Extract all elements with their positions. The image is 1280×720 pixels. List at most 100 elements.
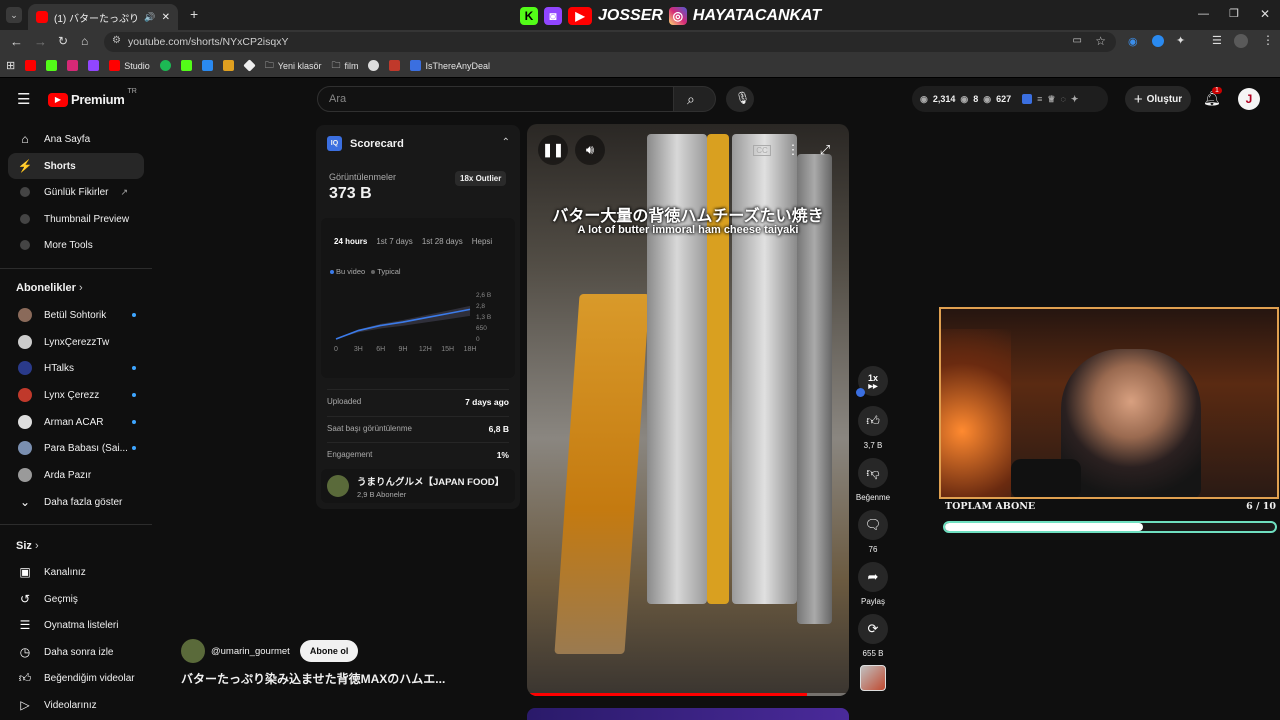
sidebar-item-your-videos[interactable]: ▷ Videolarınız	[8, 692, 144, 718]
you-header[interactable]: Siz ›	[16, 540, 39, 552]
extensions-puzzle-icon[interactable]: ✦	[1176, 34, 1185, 47]
dislike-button[interactable]: 👎︎	[858, 458, 888, 488]
tab-active[interactable]: (1) バターたっぷり染み込ませた背 🔊 ✕	[28, 4, 178, 30]
bookmark-studio[interactable]: Studio	[109, 60, 150, 71]
forward-icon[interactable]: →	[34, 34, 47, 49]
captions-button[interactable]: CC	[747, 135, 777, 165]
subscribe-button[interactable]: Abone ol	[299, 640, 359, 662]
tab-24-hours[interactable]: 24 hours	[334, 237, 367, 246]
comments-button[interactable]: 🗨︎	[858, 510, 888, 540]
collapse-chevron-icon[interactable]: ⌃	[502, 137, 510, 148]
back-icon[interactable]: ←	[10, 34, 23, 49]
subscription-item[interactable]: Betül Sohtorik	[8, 302, 144, 328]
list-icon[interactable]: ≡	[1037, 94, 1042, 104]
video-channel-avatar[interactable]	[181, 639, 205, 663]
subscription-item[interactable]: HTalks	[8, 355, 144, 381]
tab-all[interactable]: Hepsi	[472, 237, 492, 246]
tab-1st-7-days[interactable]: 1st 7 days	[376, 237, 412, 246]
bookmark-kick[interactable]	[46, 60, 58, 71]
search-button[interactable]: ⌕	[674, 86, 716, 112]
remix-action[interactable]: ⟳ 655 B	[858, 614, 888, 658]
bookmark-star-icon[interactable]: ☆	[1095, 34, 1106, 48]
bookmark-folder-1[interactable]: 🗀 Yeni klasör	[265, 58, 322, 74]
sidebar-item-gunluk-fikirler[interactable]: Günlük Fikirler ↗	[8, 179, 144, 205]
extension-1-icon[interactable]: ◉	[1128, 35, 1138, 48]
comments-action[interactable]: 🗨︎ 76	[858, 510, 888, 554]
like-button[interactable]: 👍︎	[858, 406, 888, 436]
site-info-icon[interactable]: ⚙	[112, 35, 121, 46]
bookmark-kick-2[interactable]	[180, 60, 192, 71]
bookmark-twitch[interactable]	[88, 60, 100, 71]
sidebar-item-watch-later[interactable]: ◷ Daha sonra izle	[8, 639, 144, 665]
subscription-item[interactable]: Arda Pazır	[8, 462, 144, 488]
progress-bar[interactable]	[527, 693, 849, 696]
scorecard-header[interactable]: IQ Scorecard	[327, 136, 404, 151]
bookmark-app-4[interactable]	[368, 60, 380, 71]
voice-search-button[interactable]: 🎙	[726, 86, 754, 112]
extension-2-icon[interactable]	[1152, 35, 1164, 47]
more-options-button[interactable]: ⋮	[778, 135, 808, 165]
extension-stats-bar[interactable]: ◉ 2,314 ◉ 8 ◉ 627 ≡ ♕ ◌ ✦	[912, 86, 1108, 112]
browser-menu-icon[interactable]: ⋮	[1262, 33, 1274, 47]
iq-mini-icon[interactable]	[856, 388, 865, 397]
subscriptions-header[interactable]: Abonelikler ›	[16, 282, 83, 294]
reload-icon[interactable]: ↻	[58, 34, 68, 48]
trophy-icon[interactable]: ♕	[1047, 94, 1055, 105]
tab-close-icon[interactable]: ✕	[162, 12, 170, 23]
subscription-item[interactable]: Para Babası (Sai...	[8, 435, 144, 461]
pause-button[interactable]: ❚❚	[538, 135, 568, 165]
remix-button[interactable]: ⟳	[858, 614, 888, 644]
video-channel-handle[interactable]: @umarin_gourmet	[211, 646, 290, 657]
apps-grid-icon[interactable]: ⊞	[6, 59, 15, 72]
dislike-action[interactable]: 👎︎ Beğenme	[856, 458, 890, 502]
sound-thumbnail[interactable]	[860, 665, 886, 691]
search-input[interactable]: Ara	[317, 86, 674, 112]
menu-hamburger-icon[interactable]: ☰	[17, 90, 30, 108]
bookmark-spotify[interactable]	[159, 60, 171, 71]
video-title[interactable]: バターたっぷり染み込ませた背徳MAXのハムエ...	[181, 670, 445, 687]
sidebar-item-more-tools[interactable]: More Tools	[8, 232, 144, 258]
fullscreen-button[interactable]: ⤢	[810, 135, 840, 165]
iq-icon[interactable]	[1022, 94, 1033, 104]
bookmark-app-5[interactable]	[389, 60, 401, 71]
like-action[interactable]: 👍︎ 3,7 B	[858, 406, 888, 450]
bookmark-app-1[interactable]	[201, 60, 213, 71]
home-browser-icon[interactable]: ⌂	[81, 34, 88, 48]
show-more-button[interactable]: ⌄ Daha fazla göster	[8, 489, 144, 515]
sidebar-item-home[interactable]: ⌂ Ana Sayfa	[8, 126, 144, 152]
tab-1st-28-days[interactable]: 1st 28 days	[422, 237, 463, 246]
bookmark-folder-2[interactable]: 🗀 film	[331, 58, 358, 74]
sidebar-item-liked-videos[interactable]: 👍︎ Beğendiğim videolar	[8, 665, 144, 691]
avatar[interactable]: J	[1238, 88, 1260, 110]
profile-icon[interactable]	[1234, 34, 1248, 48]
sidebar-item-thumbnail-preview[interactable]: Thumbnail Preview	[8, 206, 144, 232]
mute-button[interactable]: 🔊︎	[575, 135, 605, 165]
next-short-preview[interactable]	[527, 708, 849, 720]
youtube-logo[interactable]: ▶ Premium TR	[48, 88, 137, 107]
chat-icon[interactable]: ◌	[1061, 94, 1066, 104]
window-minimize-button[interactable]: —	[1198, 8, 1209, 20]
reading-list-icon[interactable]: ☰	[1212, 34, 1222, 47]
sidebar-item-playlists[interactable]: ☰ Oynatma listeleri	[8, 612, 144, 638]
sidebar-item-shorts[interactable]: ⚡ Shorts	[8, 153, 144, 179]
channel-card[interactable]: うまりんグルメ【JAPAN FOOD】 2,9 B Aboneler	[321, 469, 515, 503]
bookmark-app-3[interactable]	[243, 59, 256, 72]
subscription-item[interactable]: LynxÇerezzTw	[8, 329, 144, 355]
shorts-video-player[interactable]: ❚❚ 🔊︎ CC ⋮ ⤢ バター大量の背徳ハムチーズたい焼き A lot of …	[527, 124, 849, 696]
tab-search-icon[interactable]: ⌄	[6, 7, 22, 23]
sidebar-item-your-channel[interactable]: ▣ Kanalınız	[8, 559, 144, 585]
sidebar-item-history[interactable]: ↺ Geçmiş	[8, 586, 144, 612]
bookmark-isthereanydeal[interactable]: IsThereAnyDeal	[410, 60, 490, 71]
share-button[interactable]: ➦	[858, 562, 888, 592]
url-field[interactable]: ⚙ youtube.com/shorts/NYxCP2isqxY ▭ ☆	[104, 32, 1116, 52]
sparkle-icon[interactable]: ✦	[1071, 94, 1079, 105]
bookmark-youtube[interactable]	[25, 60, 37, 71]
subscription-item[interactable]: Arman ACAR	[8, 409, 144, 435]
share-action[interactable]: ➦ Paylaş	[858, 562, 888, 606]
install-icon[interactable]: ▭	[1073, 35, 1082, 46]
notifications-button[interactable]: 🔔︎ 1	[1202, 87, 1222, 110]
window-maximize-button[interactable]: ❐	[1229, 7, 1239, 20]
window-close-button[interactable]: ✕	[1260, 7, 1270, 21]
bookmark-app-2[interactable]	[222, 60, 234, 71]
bookmark-instagram[interactable]	[67, 60, 79, 71]
